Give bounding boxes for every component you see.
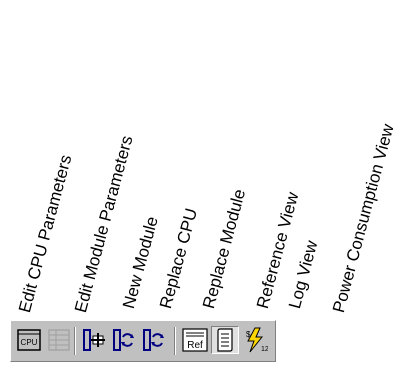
toolbar: CPU Ref $ 12	[10, 320, 276, 362]
reference-view-button[interactable]: Ref	[181, 326, 209, 354]
label-new-module: New Module	[119, 214, 162, 311]
toolbar-separator	[74, 327, 76, 355]
label-power-consumption-view: Power Consumption View	[329, 122, 398, 315]
label-log-view: Log View	[285, 238, 322, 311]
log-view-icon	[217, 328, 233, 352]
svg-text:Ref: Ref	[187, 340, 203, 351]
power-consumption-view-button[interactable]: $ 12	[241, 326, 269, 354]
label-edit-cpu-parameters: Edit CPU Parameters	[15, 152, 76, 315]
toolbar-callout-labels: Edit CPU Parameters Edit Module Paramete…	[0, 0, 419, 315]
new-module-button[interactable]	[79, 326, 107, 354]
edit-cpu-parameters-button[interactable]: CPU	[15, 326, 43, 354]
toolbar-separator	[174, 327, 176, 355]
module-params-icon	[48, 329, 70, 351]
cpu-icon: CPU	[17, 329, 41, 351]
log-view-button[interactable]	[211, 326, 239, 354]
power-consumption-icon: $ 12	[246, 327, 268, 353]
edit-module-parameters-button[interactable]	[45, 326, 73, 354]
replace-cpu-icon	[113, 329, 134, 351]
new-module-icon	[83, 329, 105, 351]
label-replace-cpu: Replace CPU	[156, 206, 202, 311]
replace-cpu-button[interactable]	[109, 326, 137, 354]
svg-text:$: $	[246, 330, 251, 339]
svg-text:CPU: CPU	[21, 338, 38, 347]
reference-view-icon: Ref	[182, 328, 208, 352]
svg-text:12: 12	[261, 346, 268, 353]
label-replace-module: Replace Module	[199, 187, 250, 311]
replace-module-icon	[143, 329, 164, 351]
replace-module-button[interactable]	[139, 326, 167, 354]
